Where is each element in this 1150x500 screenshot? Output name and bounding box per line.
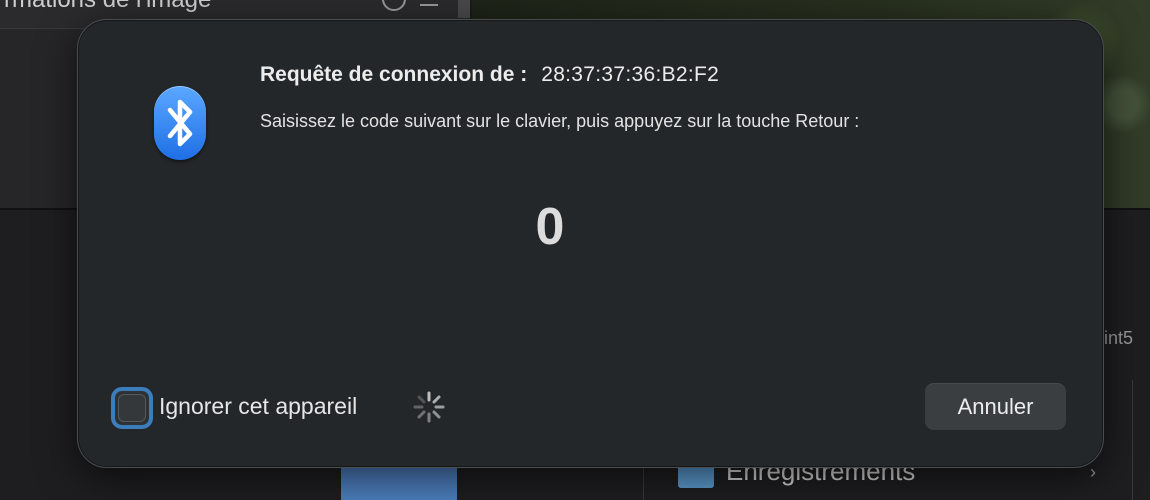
- ignore-device-label[interactable]: Ignorer cet appareil: [159, 393, 357, 420]
- background-divider-vertical: [1132, 380, 1133, 500]
- dialog-title: Requête de connexion de : 28:37:37:36:B2:…: [260, 63, 719, 87]
- pairing-code: 0: [535, 198, 565, 256]
- background-panel-title: rmations de l'image: [4, 0, 211, 14]
- scrollbar[interactable]: [458, 0, 470, 18]
- title-label: Requête de connexion de :: [260, 63, 528, 86]
- info-icon[interactable]: [382, 0, 406, 11]
- loading-spinner-icon: [413, 391, 445, 423]
- bluetooth-pairing-dialog: Requête de connexion de : 28:37:37:36:B2:…: [77, 19, 1104, 468]
- bluetooth-icon: [154, 86, 206, 160]
- device-address: 28:37:37:36:B2:F2: [541, 63, 720, 86]
- cancel-button[interactable]: Annuler: [925, 383, 1066, 430]
- instruction-text: Saisissez le code suivant sur le clavier…: [260, 111, 860, 131]
- background-right-fragment: int5: [1104, 328, 1134, 348]
- menu-icon[interactable]: [420, 4, 438, 6]
- chevron-right-icon[interactable]: ›: [1090, 462, 1096, 483]
- ignore-device-checkbox[interactable]: [111, 387, 153, 429]
